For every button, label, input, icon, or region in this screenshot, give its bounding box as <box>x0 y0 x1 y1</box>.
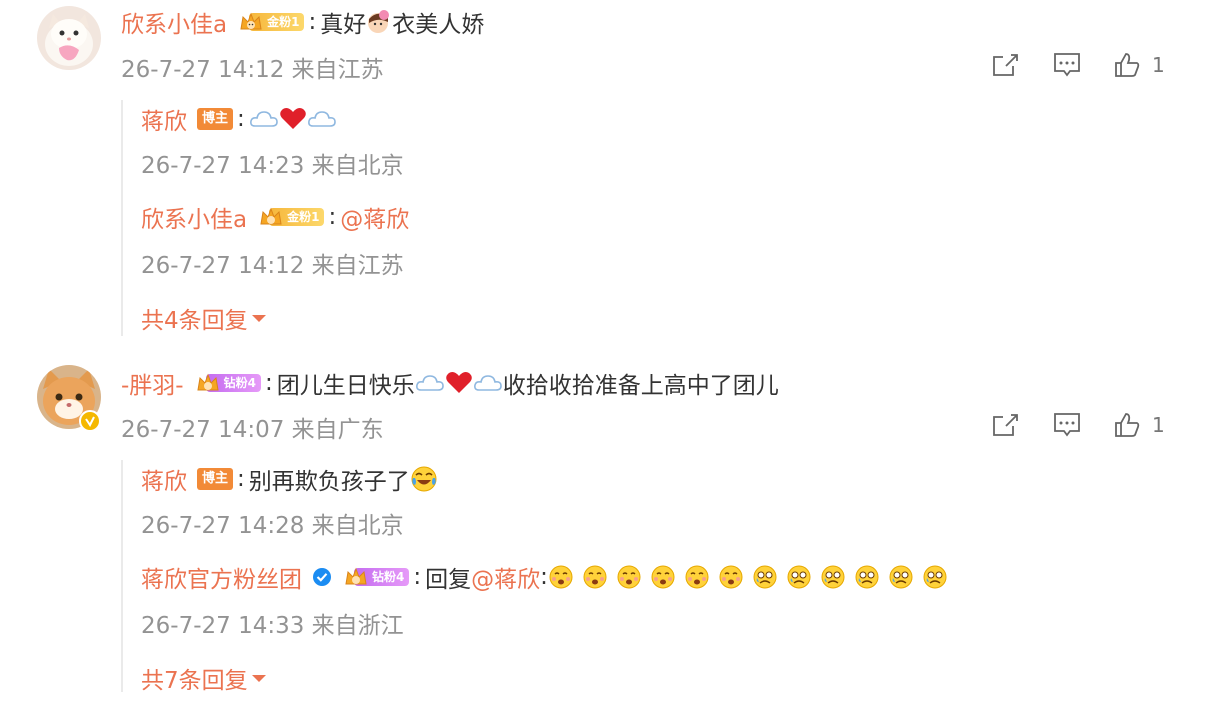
cloud-emoji <box>249 111 278 127</box>
reply-header: 欣系小佳a 金粉1 : @蒋欣 <box>141 201 409 233</box>
caret-down-icon <box>251 675 266 682</box>
pout-emoji <box>549 565 573 589</box>
fan-badge[interactable]: 金粉1 <box>259 206 325 228</box>
comment-meta: 26-7-27 14:07 来自广东 <box>121 417 384 443</box>
cloud-emoji <box>307 111 336 127</box>
username[interactable]: -胖羽- <box>121 366 184 400</box>
share-icon[interactable] <box>990 50 1020 80</box>
teary-emoji <box>923 565 947 589</box>
mention-link[interactable]: @蒋欣 <box>471 560 540 594</box>
reply-meta: 26-7-27 14:33 来自浙江 <box>141 613 404 639</box>
pout-emoji <box>651 565 675 589</box>
comment-item: -胖羽- 钻粉4 : 团儿生日快乐 收拾收拾准备上高中了团儿 26-7-27 1… <box>0 360 1216 704</box>
username[interactable]: 欣系小佳a <box>141 200 247 234</box>
comment-item: 欣系小佳a 金粉1 : 真好 衣美人娇 26-7-27 14:12 来自江苏 1 <box>0 0 1216 350</box>
reply-list: 蒋欣 博主 : 别再欺负孩子了 26-7-27 14:28 来自北京 蒋欣官方粉… <box>121 460 947 694</box>
like-icon[interactable] <box>1112 410 1142 440</box>
crown-icon <box>345 567 367 585</box>
reply-list: 蒋欣 博主 : 26-7-27 14:23 来自北京 欣系小佳a 金粉1 : @… <box>121 100 409 336</box>
reply-header: 蒋欣 博主 : <box>141 103 337 135</box>
reply-header: 蒋欣官方粉丝团 钻粉4 : 回复 @蒋欣 : <box>141 561 948 593</box>
teary-emoji <box>889 565 913 589</box>
comment-text: 团儿生日快乐 <box>276 373 415 399</box>
comment-meta: 26-7-27 14:12 来自江苏 <box>121 57 384 83</box>
comment-actions: 1 <box>990 410 1172 440</box>
caret-down-icon <box>251 315 266 322</box>
fan-badge[interactable]: 钻粉4 <box>344 566 410 588</box>
comment-text-rest: 衣美人娇 <box>392 12 485 38</box>
like-count: 1 <box>1152 53 1165 77</box>
comment-actions: 1 <box>990 50 1172 80</box>
blogger-badge: 博主 <box>197 468 234 490</box>
pout-emoji <box>617 565 641 589</box>
reply-text: 别再欺负孩子了 <box>248 469 410 495</box>
mention-link[interactable]: @蒋欣 <box>340 200 409 234</box>
avatar[interactable] <box>37 6 101 70</box>
reply-meta: 26-7-27 14:23 来自北京 <box>141 153 404 179</box>
emoji-row <box>548 564 948 590</box>
fan-badge[interactable]: 钻粉4 <box>196 372 261 394</box>
heart-emoji <box>445 372 472 393</box>
teary-emoji <box>855 565 879 589</box>
username[interactable]: 蒋欣 <box>141 462 187 496</box>
teary-emoji <box>821 565 845 589</box>
crown-icon <box>197 373 219 391</box>
more-replies-link[interactable]: 共7条回复 <box>141 661 268 695</box>
comment-header: -胖羽- 钻粉4 : 团儿生日快乐 收拾收拾准备上高中了团儿 <box>121 367 779 399</box>
like-icon[interactable] <box>1112 50 1142 80</box>
blogger-badge: 博主 <box>197 108 234 130</box>
pout-emoji <box>719 565 743 589</box>
pout-emoji <box>583 565 607 589</box>
pout-emoji <box>368 10 390 33</box>
comment-text: 真好 <box>320 12 367 38</box>
reply-meta: 26-7-27 14:28 来自北京 <box>141 513 404 539</box>
crown-icon <box>240 12 262 30</box>
crown-icon <box>260 207 282 225</box>
fan-badge[interactable]: 金粉1 <box>239 11 305 33</box>
teary-emoji <box>753 565 777 589</box>
heart-emoji <box>279 108 306 129</box>
share-icon[interactable] <box>990 410 1020 440</box>
cloud-emoji <box>473 375 502 391</box>
teary-emoji <box>787 565 811 589</box>
reply-header: 蒋欣 博主 : 别再欺负孩子了 <box>141 463 438 495</box>
comment-text-rest: 收拾收拾准备上高中了团儿 <box>502 373 779 399</box>
verified-icon <box>313 568 331 586</box>
username[interactable]: 蒋欣 <box>141 102 187 136</box>
reply-meta: 26-7-27 14:12 来自江苏 <box>141 253 404 279</box>
username[interactable]: 蒋欣官方粉丝团 <box>141 560 302 594</box>
comment-icon[interactable] <box>1052 50 1082 80</box>
comment-icon[interactable] <box>1052 410 1082 440</box>
cloud-emoji <box>415 375 444 391</box>
pout-emoji <box>685 565 709 589</box>
more-replies-link[interactable]: 共4条回复 <box>141 301 268 335</box>
like-count: 1 <box>1152 413 1165 437</box>
reply-text: 回复 <box>425 567 472 593</box>
laugh-cry-emoji <box>411 466 437 492</box>
username[interactable]: 欣系小佳a <box>121 5 227 39</box>
verified-icon <box>79 410 101 432</box>
comment-header: 欣系小佳a 金粉1 : 真好 衣美人娇 <box>121 6 484 38</box>
